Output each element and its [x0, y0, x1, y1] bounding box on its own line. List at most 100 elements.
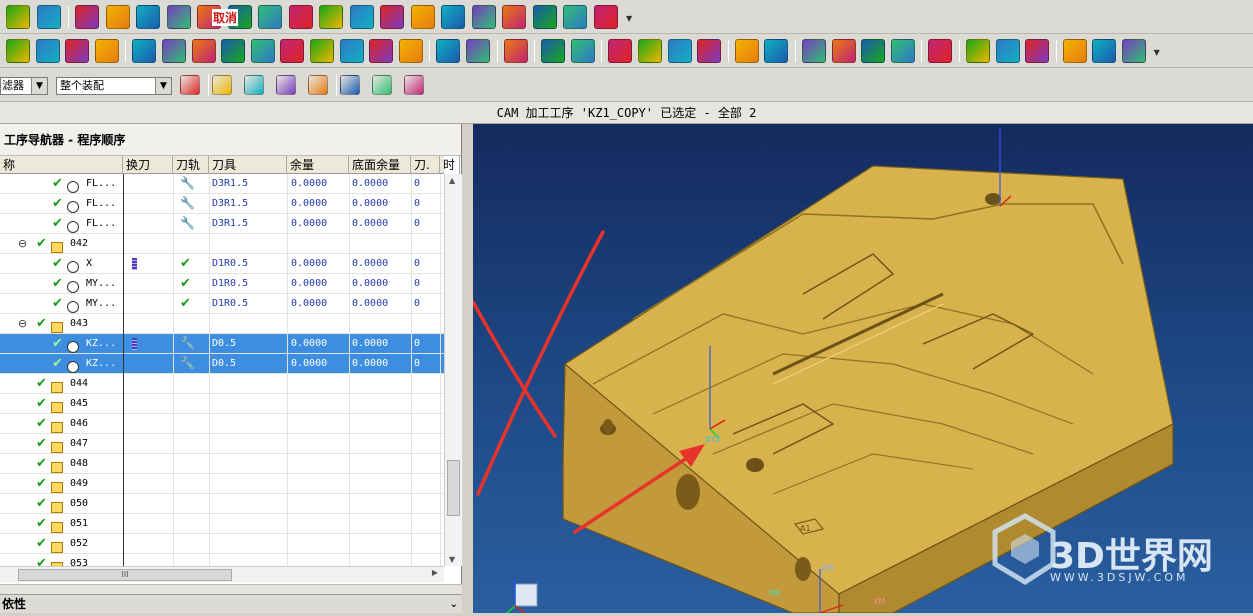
table2-icon[interactable]	[890, 39, 915, 63]
column-header[interactable]: 称	[0, 156, 123, 174]
rotate-icon[interactable]	[276, 75, 296, 95]
cube-icon[interactable]	[65, 39, 90, 63]
toolbar-overflow-icon[interactable]: ▼	[626, 14, 632, 23]
column-header[interactable]: 刀轨	[173, 156, 209, 174]
scroll-up-icon[interactable]: ▲	[449, 176, 455, 185]
assembly-icon[interactable]	[6, 5, 30, 29]
program-group-row[interactable]: ✔ 046	[0, 414, 444, 434]
target-icon[interactable]	[532, 5, 557, 29]
prism-icon[interactable]	[349, 5, 374, 29]
program-group-row[interactable]: ✔ 053	[0, 554, 444, 566]
vertical-scrollbar[interactable]: ▲ ▼	[444, 174, 462, 566]
gear-icon[interactable]	[764, 39, 789, 63]
chevron-down-icon[interactable]: ⌄	[450, 595, 458, 614]
bars-icon[interactable]	[697, 39, 722, 63]
column-header[interactable]: 时	[440, 156, 460, 174]
ellipsis-icon[interactable]	[372, 75, 392, 95]
check-icon[interactable]	[802, 39, 826, 63]
block-icon[interactable]	[319, 5, 343, 29]
bolt-icon[interactable]	[180, 75, 200, 95]
doc-icon[interactable]	[995, 39, 1020, 63]
geometry-icon[interactable]	[136, 5, 160, 29]
column-header[interactable]: 刀.	[411, 156, 440, 174]
operation-row[interactable]: ✔ X ✔ D1R0.5 0.0000 0.0000 0	[0, 254, 444, 274]
cube-plus-icon[interactable]	[94, 39, 119, 63]
name-icon[interactable]	[398, 39, 423, 63]
list-icon[interactable]	[369, 39, 394, 63]
abs-icon[interactable]	[250, 39, 275, 63]
column-header[interactable]: 换刀	[123, 156, 173, 174]
program-group-row[interactable]: ✔ 052	[0, 534, 444, 554]
program-group-row[interactable]: ✔ 045	[0, 394, 444, 414]
table-icon[interactable]	[339, 39, 364, 63]
cancel-icon[interactable]	[166, 5, 191, 29]
slash-icon[interactable]	[380, 5, 404, 29]
cancel-label[interactable]: 取消	[212, 9, 239, 26]
part-icon[interactable]	[105, 5, 130, 29]
pen-icon[interactable]	[1062, 39, 1087, 63]
select-box-icon[interactable]	[340, 75, 360, 95]
magenta-icon[interactable]	[593, 5, 618, 29]
tree-icon[interactable]	[831, 39, 856, 63]
calc-icon[interactable]	[638, 39, 662, 63]
grid-icon[interactable]	[608, 39, 633, 63]
filter-select[interactable]: 滤器 ▼	[0, 77, 48, 95]
cylinder-icon[interactable]	[258, 5, 282, 29]
flag-icon[interactable]	[928, 39, 953, 63]
assembly-select[interactable]: 整个装配 ▼	[56, 77, 172, 95]
animal-icon[interactable]	[410, 5, 435, 29]
scroll-right-icon[interactable]: ▶	[432, 568, 438, 577]
abs-icon[interactable]	[280, 39, 305, 63]
info-icon[interactable]	[503, 39, 528, 63]
face-icon[interactable]	[502, 5, 526, 29]
columns-icon[interactable]	[1025, 39, 1050, 63]
tree2-icon[interactable]	[861, 39, 886, 63]
scroll-down-icon[interactable]: ▼	[449, 555, 455, 564]
color-box-icon[interactable]	[6, 39, 30, 63]
column-header[interactable]: 余量	[287, 156, 349, 174]
program-group-row[interactable]: ⊖ ✔ 042	[0, 234, 444, 254]
program-group-row[interactable]: ✔ 047	[0, 434, 444, 454]
operation-row[interactable]: ✔ KZ... 🔧 D0.5 0.0000 0.0000 0	[0, 354, 444, 374]
program-group-row[interactable]: ⊖ ✔ 043	[0, 314, 444, 334]
save-icon[interactable]	[162, 39, 186, 63]
snap-icon[interactable]	[244, 75, 264, 95]
x-box-icon[interactable]	[35, 39, 60, 63]
wrench-icon[interactable]	[734, 39, 759, 63]
operation-row[interactable]: ✔ FL... 🔧 D3R1.5 0.0000 0.0000 0	[0, 214, 444, 234]
collapse-icon[interactable]: ⊖	[18, 234, 27, 253]
calc2-icon[interactable]	[667, 39, 692, 63]
window-icon[interactable]	[132, 39, 157, 63]
green-cube-icon[interactable]	[441, 5, 465, 29]
column-header[interactable]: 底面余量	[349, 156, 411, 174]
toolbar-overflow-icon[interactable]: ▼	[1154, 48, 1160, 57]
column-header[interactable]: 刀具	[209, 156, 287, 174]
cube-icon[interactable]	[404, 75, 424, 95]
edit-icon[interactable]	[436, 39, 461, 63]
shape-icon[interactable]	[471, 5, 496, 29]
scroll-thumb[interactable]	[447, 460, 460, 516]
horizontal-scrollbar[interactable]: III ▶	[0, 566, 444, 582]
mold-icon[interactable]	[75, 5, 99, 29]
axis-icon[interactable]	[310, 39, 334, 63]
operation-row[interactable]: ✔ MY... ✔ D1R0.5 0.0000 0.0000 0	[0, 274, 444, 294]
hscroll-thumb[interactable]: III	[18, 569, 232, 581]
operation-row[interactable]: ✔ KZ... 🔧 D0.5 0.0000 0.0000 0	[0, 334, 444, 354]
drive-icon[interactable]	[1122, 39, 1146, 63]
panel-icon[interactable]	[541, 39, 566, 63]
tools-icon[interactable]	[308, 75, 328, 95]
abs-icon[interactable]	[221, 39, 246, 63]
tools-icon[interactable]	[563, 5, 587, 29]
operation-row[interactable]: ✔ FL... 🔧 D3R1.5 0.0000 0.0000 0	[0, 174, 444, 194]
drawing-icon[interactable]	[36, 5, 61, 29]
display-icon[interactable]	[966, 39, 990, 63]
open-folder-icon[interactable]	[466, 39, 490, 63]
program-group-row[interactable]: ✔ 048	[0, 454, 444, 474]
program-group-row[interactable]: ✔ 049	[0, 474, 444, 494]
operation-row[interactable]: ✔ MY... ✔ D1R0.5 0.0000 0.0000 0	[0, 294, 444, 314]
cylinder-icon[interactable]	[191, 39, 216, 63]
collapse-icon[interactable]: ⊖	[18, 314, 27, 333]
program-group-row[interactable]: ✔ 044	[0, 374, 444, 394]
program-group-row[interactable]: ✔ 051	[0, 514, 444, 534]
plane-icon[interactable]	[288, 5, 313, 29]
